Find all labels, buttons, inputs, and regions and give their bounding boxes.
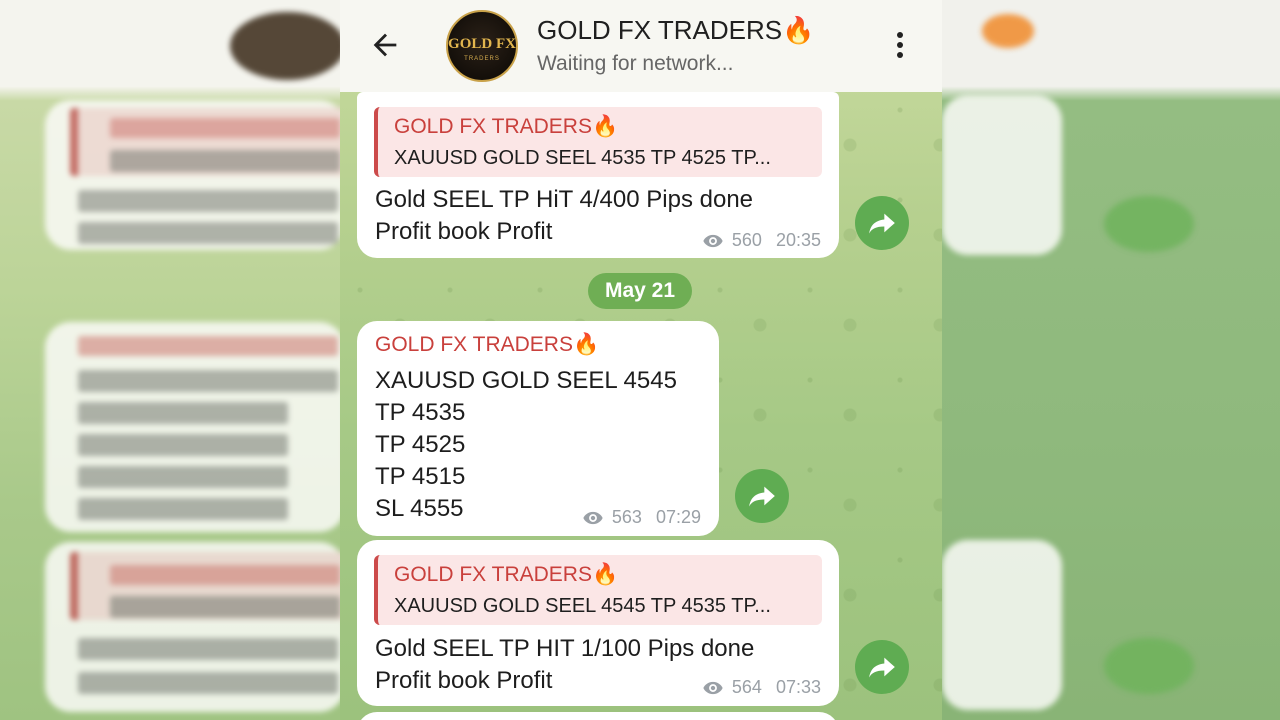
date-separator: May 21 xyxy=(588,273,692,309)
forward-button[interactable] xyxy=(855,640,909,694)
view-count: 560 xyxy=(731,230,762,250)
arrow-left-icon xyxy=(373,33,397,57)
message-line: Profit book Profit xyxy=(375,218,553,245)
share-arrow-icon xyxy=(749,486,775,507)
message-bubble-partial[interactable] xyxy=(357,712,839,720)
message-time: 20:35 xyxy=(775,230,821,250)
message-line: Gold SEEL TP HiT 4/400 Pips done xyxy=(375,186,754,213)
message-line: Profit book Profit xyxy=(375,667,553,694)
message-line: SL 4555 xyxy=(375,495,464,522)
blurred-background-right xyxy=(942,0,1280,720)
quote-text: XAUUSD GOLD SEEL 4535 TP 4525 TP... xyxy=(394,147,771,169)
connection-status: Waiting for network... xyxy=(537,52,734,75)
message-time: 07:29 xyxy=(655,507,701,527)
avatar-logo-subtext: TRADERS xyxy=(464,56,500,62)
channel-title[interactable]: GOLD FX TRADERS🔥 xyxy=(537,15,815,46)
share-arrow-icon xyxy=(869,213,895,234)
chat-header: GOLD FX TRADERS GOLD FX TRADERS🔥 Waiting… xyxy=(340,0,942,92)
channel-avatar[interactable]: GOLD FX TRADERS xyxy=(446,10,518,82)
reply-quote[interactable]: GOLD FX TRADERS🔥 XAUUSD GOLD SEEL 4545 T… xyxy=(374,555,822,625)
forward-button[interactable] xyxy=(735,469,789,523)
message-time: 07:33 xyxy=(775,677,821,697)
forward-button[interactable] xyxy=(855,196,909,250)
eye-icon xyxy=(703,234,723,247)
more-vert-icon xyxy=(897,32,903,58)
quote-author: GOLD FX TRADERS🔥 xyxy=(394,563,619,586)
share-arrow-icon xyxy=(869,657,895,678)
message-author: GOLD FX TRADERS🔥 xyxy=(375,333,600,356)
view-count: 563 xyxy=(611,507,642,527)
message-line: Gold SEEL TP HIT 1/100 Pips done xyxy=(375,635,755,662)
message-line: TP 4535 xyxy=(375,399,466,426)
back-button[interactable] xyxy=(368,28,402,62)
quote-author: GOLD FX TRADERS🔥 xyxy=(394,115,619,138)
message-line: XAUUSD GOLD SEEL 4545 xyxy=(375,367,677,394)
blurred-flame xyxy=(982,14,1034,48)
eye-icon xyxy=(703,681,723,694)
more-menu-button[interactable] xyxy=(888,28,912,62)
message-bubble[interactable]: GOLD FX TRADERS🔥 XAUUSD GOLD SEEL 4535 T… xyxy=(357,92,839,258)
quote-text: XAUUSD GOLD SEEL 4545 TP 4535 TP... xyxy=(394,595,771,617)
message-meta: 563 07:29 xyxy=(582,507,701,528)
avatar-logo-text: GOLD FX xyxy=(448,36,516,52)
message-bubble[interactable]: GOLD FX TRADERS🔥 XAUUSD GOLD SEEL 4545 T… xyxy=(357,540,839,706)
view-count: 564 xyxy=(731,677,762,697)
message-bubble[interactable]: GOLD FX TRADERS🔥 XAUUSD GOLD SEEL 4545 T… xyxy=(357,321,719,536)
message-meta: 564 07:33 xyxy=(702,677,821,698)
blurred-background-left xyxy=(0,0,340,720)
blurred-avatar xyxy=(230,12,340,80)
message-line: TP 4515 xyxy=(375,463,466,490)
eye-icon xyxy=(583,511,603,524)
message-line: TP 4525 xyxy=(375,431,466,458)
reply-quote[interactable]: GOLD FX TRADERS🔥 XAUUSD GOLD SEEL 4535 T… xyxy=(374,107,822,177)
message-meta: 560 20:35 xyxy=(702,230,821,251)
chat-screen: GOLD FX TRADERS GOLD FX TRADERS🔥 Waiting… xyxy=(340,0,942,720)
